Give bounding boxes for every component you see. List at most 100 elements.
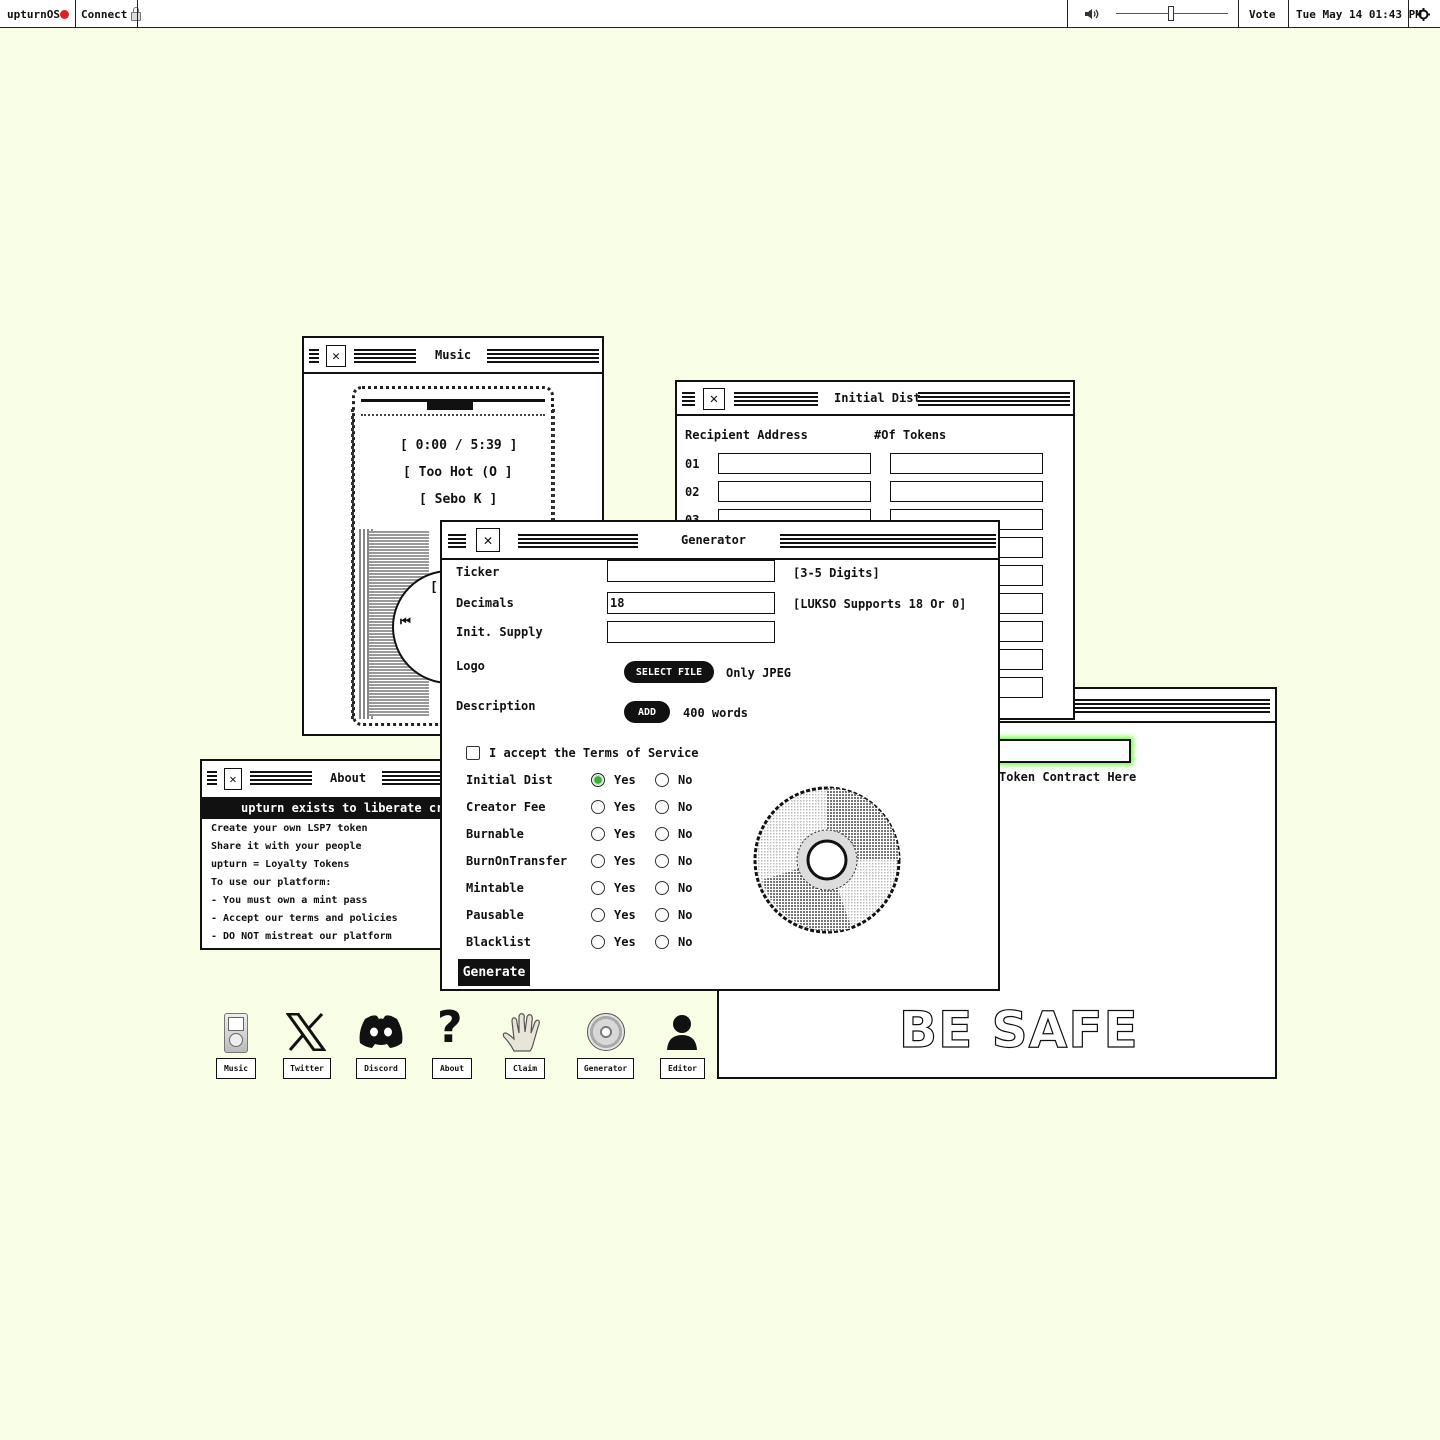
recipient-address-input[interactable] (718, 481, 871, 502)
option-no-radio[interactable] (655, 773, 669, 787)
decimals-label: Decimals (456, 596, 514, 610)
no-label: No (678, 881, 693, 895)
option-yes-radio[interactable] (591, 908, 605, 922)
disc-graphic (752, 785, 902, 935)
about-banner: upturn exists to liberate creato (202, 797, 448, 819)
decimals-input[interactable]: 18 (607, 592, 775, 614)
music-artist: [ Sebo K ] (419, 492, 498, 507)
no-label: No (678, 854, 693, 868)
token-amount-input[interactable] (890, 453, 1043, 474)
dock-claim-button[interactable]: Claim (505, 1058, 545, 1079)
option-label: Creator Fee (466, 800, 546, 814)
terms-label: I accept the Terms of Service (489, 746, 699, 760)
option-no-radio[interactable] (655, 800, 669, 814)
close-icon[interactable]: ✕ (703, 388, 725, 410)
dock-about-button[interactable]: About (432, 1058, 472, 1079)
volume-slider-thumb[interactable] (1168, 6, 1174, 21)
generator-title: Generator (681, 533, 747, 547)
yes-label: Yes (614, 935, 636, 949)
logo-label: Logo (456, 659, 485, 673)
select-file-button[interactable]: SELECT FILE (624, 661, 714, 683)
no-label: No (678, 773, 693, 787)
description-hint: 400 words (683, 706, 749, 720)
dock-music-button[interactable]: Music (216, 1058, 256, 1079)
dock-editor-button[interactable]: Editor (660, 1058, 705, 1079)
about-line: - Accept our terms and policies (211, 913, 398, 924)
no-label: No (678, 827, 693, 841)
generate-button[interactable]: Generate (458, 959, 530, 986)
yes-label: Yes (614, 908, 636, 922)
about-window: ✕ About upturn exists to liberate creato… (200, 759, 450, 950)
ticker-label: Ticker (456, 565, 500, 579)
dock-generator-button[interactable]: Generator (577, 1058, 634, 1079)
music-time: [ 0:00 / 5:39 ] (400, 438, 518, 453)
option-yes-radio[interactable] (591, 827, 605, 841)
previous-track-icon[interactable]: ⏮ (400, 614, 411, 629)
discord-logo-icon[interactable] (357, 1013, 405, 1053)
no-label: No (678, 800, 693, 814)
close-icon[interactable]: ✕ (476, 528, 500, 552)
option-label: BurnOnTransfer (466, 854, 568, 868)
terms-checkbox[interactable] (466, 746, 480, 760)
option-yes-radio[interactable] (591, 881, 605, 895)
init-supply-input[interactable] (607, 621, 775, 643)
disc-icon[interactable] (587, 1013, 625, 1051)
close-icon[interactable]: ✕ (224, 768, 242, 790)
tokens-header: #Of Tokens (874, 428, 947, 442)
row-number: 01 (685, 457, 700, 471)
music-title: Music (435, 348, 472, 362)
connect-label: Connect (81, 7, 128, 21)
option-yes-radio[interactable] (591, 773, 605, 787)
user-silhouette-icon[interactable] (666, 1013, 698, 1055)
token-contract-hint: Token Contract Here (999, 770, 1137, 784)
ticker-input[interactable] (607, 560, 775, 582)
close-icon[interactable]: ✕ (326, 345, 346, 367)
initial-dist-title: Initial Dist (834, 391, 921, 405)
token-amount-input[interactable] (890, 481, 1043, 502)
hand-icon[interactable] (500, 1013, 552, 1057)
option-yes-radio[interactable] (591, 854, 605, 868)
option-no-radio[interactable] (655, 881, 669, 895)
about-line: Create your own LSP7 token (211, 823, 368, 834)
option-no-radio[interactable] (655, 935, 669, 949)
datetime: Tue May 14 01:43 PM (1296, 7, 1422, 21)
option-label: Mintable (466, 881, 524, 895)
option-no-radio[interactable] (655, 854, 669, 868)
ticker-hint: [3-5 Digits] (793, 566, 880, 580)
recipient-address-input[interactable] (718, 453, 871, 474)
option-label: Blacklist (466, 935, 532, 949)
yes-label: Yes (614, 854, 636, 868)
option-label: Burnable (466, 827, 524, 841)
option-no-radio[interactable] (655, 908, 669, 922)
dock-discord-button[interactable]: Discord (356, 1058, 406, 1079)
settings-gear-icon[interactable] (1417, 0, 1430, 28)
menu-bar: upturnOS Connect Vote Tue May 14 01:43 P… (0, 0, 1440, 28)
option-no-radio[interactable] (655, 827, 669, 841)
question-mark-icon[interactable]: ? (437, 1006, 463, 1050)
x-logo-icon[interactable] (285, 1012, 327, 1055)
yes-label: Yes (614, 800, 636, 814)
app-name[interactable]: upturnOS (7, 0, 60, 28)
be-safe-watermark: BE SAFE (898, 1001, 1139, 1059)
description-label: Description (456, 699, 536, 713)
generator-window: ✕ Generator Ticker [3-5 Digits] Decimals… (440, 520, 1000, 991)
volume-slider[interactable] (1116, 0, 1228, 28)
yes-label: Yes (614, 773, 636, 787)
option-label: Initial Dist (466, 773, 553, 787)
ipod-icon[interactable] (224, 1013, 248, 1053)
about-line: Share it with your people (211, 841, 362, 852)
connect-button[interactable]: Connect (81, 0, 142, 28)
about-title: About (330, 771, 367, 785)
init-supply-label: Init. Supply (456, 625, 543, 639)
recipient-address-header: Recipient Address (685, 428, 808, 442)
status-dot-icon (60, 9, 69, 19)
speaker-icon[interactable] (1084, 0, 1100, 28)
about-line: To use our platform: (211, 877, 332, 888)
option-label: Pausable (466, 908, 524, 922)
option-yes-radio[interactable] (591, 935, 605, 949)
yes-label: Yes (614, 881, 636, 895)
option-yes-radio[interactable] (591, 800, 605, 814)
add-description-button[interactable]: ADD (624, 701, 670, 723)
vote-button[interactable]: Vote (1249, 0, 1276, 28)
dock-twitter-button[interactable]: Twitter (283, 1058, 331, 1079)
